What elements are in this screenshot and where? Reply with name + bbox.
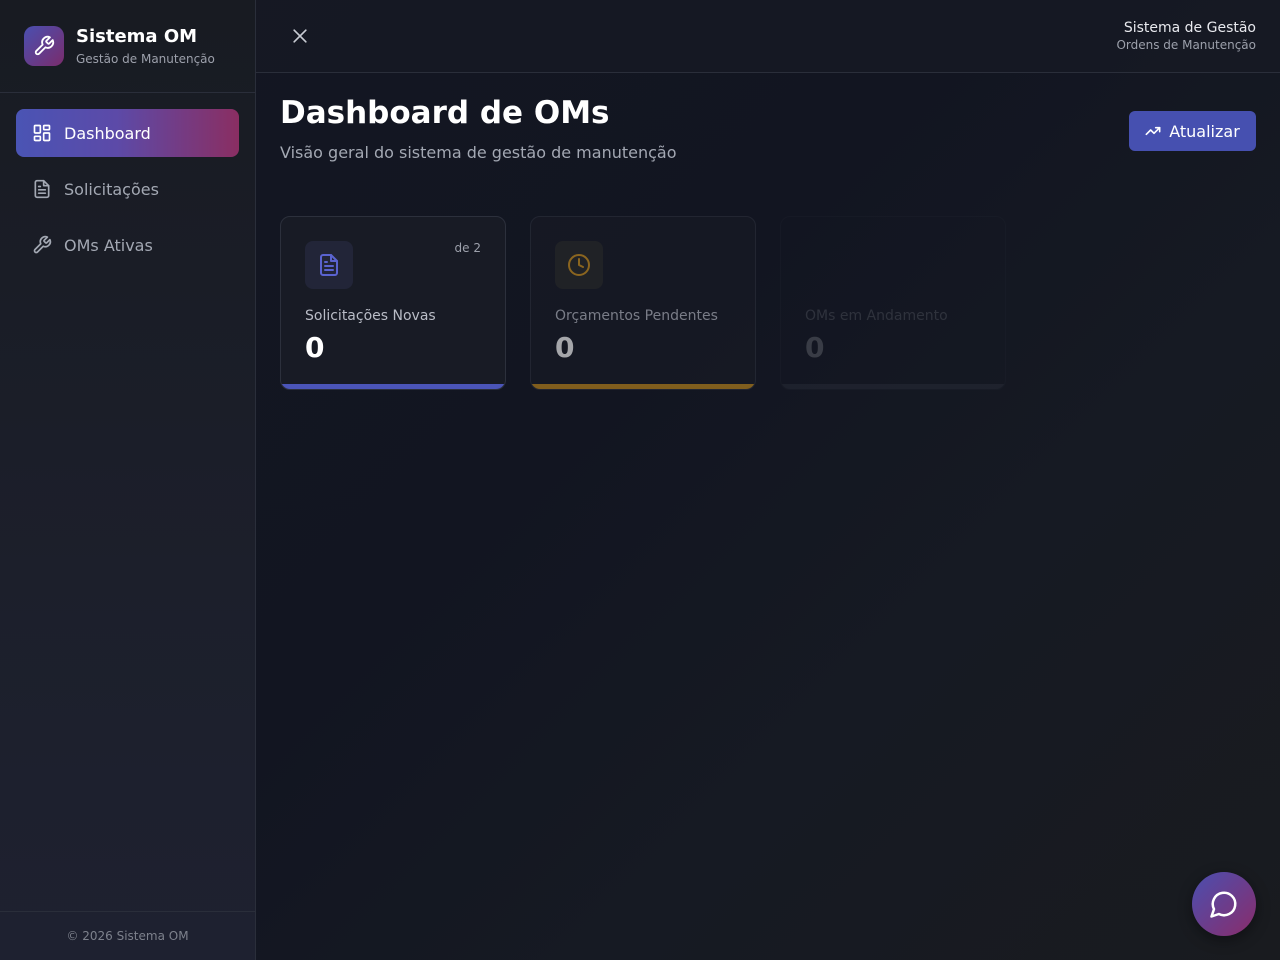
- refresh-button[interactable]: Atualizar: [1129, 111, 1256, 151]
- top-bar: Sistema de Gestão Ordens de Manutenção: [256, 0, 1280, 73]
- card-accent-bar: [281, 384, 505, 389]
- dashboard-grid-icon: [32, 123, 52, 143]
- stat-card-solicitacoes-novas[interactable]: de 2 Solicitações Novas 0: [280, 216, 506, 390]
- card-value: 0: [805, 331, 825, 364]
- close-icon: [290, 26, 310, 46]
- trending-up-icon: [1145, 123, 1161, 139]
- wrench-icon: [24, 26, 64, 66]
- refresh-button-label: Atualizar: [1169, 121, 1240, 141]
- stat-card-oms-em-andamento[interactable]: OMs em Andamento 0: [780, 216, 1006, 390]
- card-badge: de 2: [454, 241, 481, 255]
- sidebar-item-label: Solicitações: [64, 179, 159, 199]
- stat-card-orcamentos-pendentes[interactable]: Orçamentos Pendentes 0: [530, 216, 756, 390]
- close-sidebar-button[interactable]: [288, 24, 312, 48]
- document-icon: [305, 241, 353, 289]
- page-subtitle: Visão geral do sistema de gestão de manu…: [280, 143, 677, 162]
- header-title: Sistema de Gestão: [1123, 20, 1256, 36]
- document-icon: [32, 179, 52, 199]
- sidebar-item-label: Dashboard: [64, 123, 151, 143]
- clock-icon: [555, 241, 603, 289]
- wrench-icon: [32, 235, 52, 255]
- card-label: Orçamentos Pendentes: [555, 308, 718, 324]
- card-label: Solicitações Novas: [305, 308, 436, 324]
- chat-button[interactable]: [1192, 872, 1256, 936]
- brand-subtitle: Gestão de Manutenção: [76, 52, 215, 66]
- card-label: OMs em Andamento: [805, 308, 948, 324]
- sidebar-nav: Dashboard Solicitações OMs Ativas: [0, 93, 255, 269]
- sidebar-item-solicitacoes[interactable]: Solicitações: [16, 165, 239, 213]
- header-subtitle: Ordens de Manutenção: [1116, 38, 1256, 52]
- brand-title: Sistema OM: [76, 26, 198, 47]
- brand: Sistema OM Gestão de Manutenção: [0, 0, 255, 93]
- card-value: 0: [555, 331, 575, 364]
- sidebar-item-dashboard[interactable]: Dashboard: [16, 109, 239, 157]
- chat-bubble-icon: [1209, 889, 1239, 919]
- card-accent-bar: [781, 384, 1005, 389]
- sidebar-footer: © 2026 Sistema OM: [0, 911, 255, 960]
- card-value: 0: [305, 331, 325, 364]
- sidebar-item-oms-ativas[interactable]: OMs Ativas: [16, 221, 239, 269]
- sidebar: Sistema OM Gestão de Manutenção Dashboar…: [0, 0, 256, 960]
- page-title: Dashboard de OMs: [280, 95, 610, 131]
- card-accent-bar: [531, 384, 755, 389]
- sidebar-item-label: OMs Ativas: [64, 235, 153, 255]
